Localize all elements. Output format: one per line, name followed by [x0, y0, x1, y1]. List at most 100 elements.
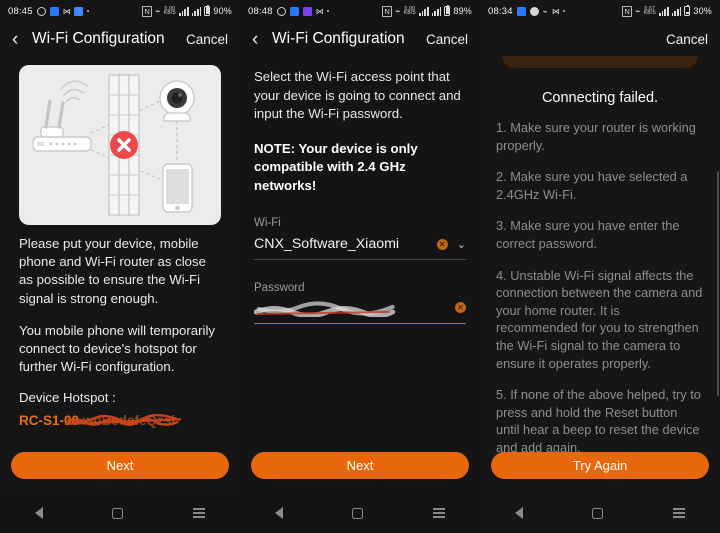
circle-check-icon: [276, 6, 286, 16]
home-nav-icon[interactable]: [352, 507, 364, 519]
data-rate-icon: 0.67 KB/S: [643, 6, 656, 16]
redaction-scribble-icon: [253, 301, 396, 318]
alarm-icon: [289, 6, 299, 16]
back-button[interactable]: ‹: [252, 30, 268, 49]
instruction-paragraph-2: You mobile phone will temporarily connec…: [19, 322, 215, 375]
message-icon: ⋈: [315, 6, 324, 16]
app-bar: Cancel: [480, 22, 720, 56]
dot-icon: [562, 9, 566, 13]
circle-app-icon: [529, 6, 539, 16]
signal-bars-2-icon: [191, 6, 202, 16]
cancel-button[interactable]: Cancel: [426, 32, 468, 47]
status-bar: 08:34 ⌁ ⋈ N ⌁ 0.67 KB/S 30%: [480, 0, 720, 22]
bluetooth-icon: ⌁: [155, 5, 161, 16]
purple-app-icon: [302, 6, 312, 16]
status-bar-left: 08:34 ⌁ ⋈: [488, 5, 566, 17]
status-bar-left: 08:48 ⋈: [248, 5, 330, 17]
panel2-body: Select the Wi-Fi access point that your …: [240, 56, 480, 325]
status-bar: 08:45 ⋈ N ⌁ 0.00 KB/S 90%: [0, 0, 240, 22]
device-hotspot-prefix: RC-S1-00: [19, 413, 80, 429]
next-button[interactable]: Next: [11, 452, 229, 479]
status-bar: 08:48 ⋈ N ⌁ 0.00 KB/S 89%: [240, 0, 480, 22]
chevron-down-icon[interactable]: ⌄: [457, 238, 466, 251]
app-bar: ‹ Wi-Fi Configuration Cancel: [0, 22, 240, 56]
status-time: 08:45: [8, 5, 33, 17]
phone-screen-1-hotspot-info: 08:45 ⋈ N ⌁ 0.00 KB/S 90% ‹ Wi-Fi Configu…: [0, 0, 240, 533]
note-paragraph: NOTE: Your device is only compatible wit…: [254, 140, 418, 193]
app-bar: ‹ Wi-Fi Configuration Cancel: [240, 22, 480, 56]
wifi-field[interactable]: Wi-Fi CNX_Software_Xiaomi ✕ ⌄: [254, 217, 466, 260]
back-button[interactable]: ‹: [12, 30, 28, 49]
connection-failed-title: Connecting failed.: [541, 90, 659, 106]
troubleshoot-step-1: 1. Make sure your router is working prop…: [496, 120, 696, 153]
clear-x-icon[interactable]: ✕: [455, 302, 466, 313]
wifi-field-underline: [254, 259, 466, 260]
cancel-button[interactable]: Cancel: [186, 32, 228, 47]
battery-percent: 90%: [213, 6, 232, 16]
dot-icon: [86, 9, 90, 13]
instruction-paragraph-1: Please put your device, mobile phone and…: [19, 236, 206, 306]
bluetooth-icon: ⌁: [395, 5, 401, 16]
battery-icon: [684, 4, 691, 16]
mail-icon: [73, 6, 83, 16]
intro-paragraph: Select the Wi-Fi access point that your …: [254, 69, 461, 121]
message-icon: ⋈: [551, 6, 560, 16]
alarm-icon: [49, 6, 59, 16]
menu-nav-icon[interactable]: [673, 506, 686, 520]
wifi-field-label: Wi-Fi: [254, 217, 281, 229]
home-nav-icon[interactable]: [592, 507, 604, 519]
status-bar-right: N ⌁ 0.67 KB/S 30%: [622, 4, 712, 17]
home-nav-icon[interactable]: [112, 507, 124, 519]
try-again-button[interactable]: Try Again: [491, 452, 709, 479]
troubleshoot-step-4: 4. Unstable Wi-Fi signal affects the con…: [496, 267, 703, 371]
android-nav-bar: [0, 493, 240, 533]
vertical-scrollbar[interactable]: [717, 171, 719, 396]
password-field-underline: [254, 323, 466, 325]
cancel-button[interactable]: Cancel: [666, 32, 708, 47]
failure-scroll-area[interactable]: Connecting failed. 1. Make sure your rou…: [480, 56, 720, 454]
three-phone-screenshots: 08:45 ⋈ N ⌁ 0.00 KB/S 90% ‹ Wi-Fi Configu…: [0, 0, 720, 533]
clear-x-icon[interactable]: ✕: [436, 238, 448, 250]
troubleshoot-step-3: 3. Make sure you have enter the correct …: [496, 218, 680, 251]
signal-bars-2-icon: [431, 6, 442, 16]
nfc-icon: N: [622, 5, 633, 17]
battery-percent: 30%: [693, 6, 712, 16]
status-bar-right: N ⌁ 0.00 KB/S 89%: [382, 4, 472, 17]
password-field[interactable]: Password ✕: [253, 282, 466, 325]
battery-icon: [204, 4, 211, 16]
signal-bars-icon: [658, 6, 669, 16]
message-icon: ⋈: [62, 6, 71, 16]
router-wall-camera-phone-illustration: [19, 65, 221, 225]
android-nav-bar: [240, 493, 480, 533]
status-bar-left: 08:45 ⋈: [8, 5, 90, 17]
device-hotspot-label: Device Hotspot :: [19, 390, 116, 406]
password-input[interactable]: [253, 301, 455, 318]
status-bar-right: N ⌁ 0.00 KB/S 90%: [142, 4, 232, 17]
status-time: 08:48: [248, 5, 273, 17]
password-field-label: Password: [254, 282, 305, 294]
back-nav-icon[interactable]: [34, 507, 43, 519]
status-time: 08:34: [488, 5, 513, 17]
phone-screen-2-wifi-credentials: 08:48 ⋈ N ⌁ 0.00 KB/S 89% ‹ Wi-Fi Configu…: [240, 0, 480, 533]
back-nav-icon[interactable]: [514, 507, 523, 519]
menu-nav-icon[interactable]: [433, 506, 446, 520]
signal-bars-2-icon: [671, 6, 682, 16]
alarm-icon: [516, 6, 526, 16]
scrolled-offscreen-button: [502, 56, 698, 68]
page-title: Wi-Fi Configuration: [272, 30, 405, 47]
bluetooth-icon: ⌁: [635, 5, 641, 16]
data-rate-icon: 0.00 KB/S: [163, 6, 176, 16]
panel3-body: Connecting failed. 1. Make sure your rou…: [480, 56, 720, 454]
troubleshoot-step-5: 5. If none of the above helped, try to p…: [496, 387, 701, 454]
wifi-input[interactable]: CNX_Software_Xiaomi: [254, 236, 437, 252]
panel1-body: Please put your device, mobile phone and…: [0, 225, 240, 430]
circle-check-icon: [36, 6, 46, 16]
signal-bars-icon: [178, 6, 189, 16]
bluetooth-small-icon: ⌁: [542, 6, 548, 16]
dot-icon: [326, 9, 330, 13]
battery-percent: 89%: [453, 6, 472, 16]
menu-nav-icon[interactable]: [193, 506, 206, 520]
next-button[interactable]: Next: [251, 452, 469, 479]
battery-icon: [444, 4, 451, 16]
back-nav-icon[interactable]: [274, 507, 283, 519]
